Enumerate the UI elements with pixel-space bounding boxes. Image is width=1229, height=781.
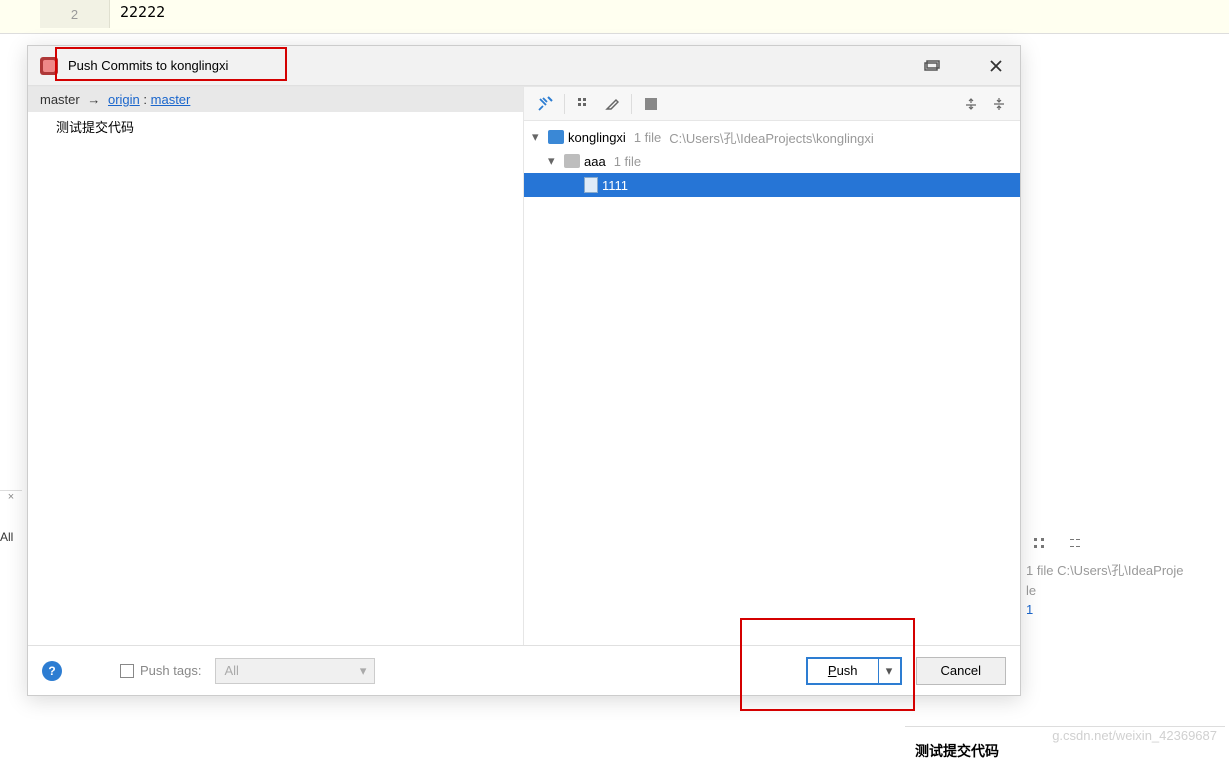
expand-all-icon[interactable]	[1026, 530, 1052, 556]
right-toolbar	[524, 87, 1020, 121]
expand-icon[interactable]	[958, 91, 984, 117]
bg-right-line1: 1 file C:\Users\孔\IdeaProje	[1026, 560, 1229, 579]
tree-folder[interactable]: ▾ aaa 1 file	[524, 149, 1020, 173]
file-tree[interactable]: ▾ konglingxi 1 file C:\Users\孔\IdeaProje…	[524, 121, 1020, 645]
close-icon[interactable]	[984, 54, 1008, 78]
project-folder-icon	[548, 130, 564, 144]
chevron-down-icon[interactable]: ▾	[532, 129, 544, 145]
remote-branch-link[interactable]: master	[151, 92, 191, 107]
remote-name-link[interactable]: origin	[108, 92, 140, 107]
preview-diff-icon[interactable]	[638, 91, 664, 117]
commits-pane: master → origin : master 测试提交代码	[28, 87, 524, 645]
checkbox-icon[interactable]	[120, 664, 134, 678]
chevron-down-icon[interactable]: ▾	[548, 153, 560, 169]
bg-right-line2: le	[1026, 583, 1229, 598]
push-button[interactable]: Push ▾	[806, 657, 902, 685]
bg-right-line3[interactable]: 1	[1026, 602, 1229, 617]
dialog-titlebar: Push Commits to konglingxi	[28, 46, 1020, 86]
chevron-down-icon: ▾	[360, 663, 367, 679]
bg-right-toolbar	[1026, 528, 1225, 558]
toolbar-separator	[564, 94, 565, 114]
edit-icon[interactable]	[599, 91, 625, 117]
restore-icon[interactable]	[920, 54, 944, 78]
pin-icon[interactable]	[532, 91, 558, 117]
arrow-icon: →	[87, 92, 100, 107]
file-name: 1111	[602, 178, 628, 193]
folder-icon	[564, 154, 580, 168]
collapse-all-icon[interactable]	[1062, 530, 1088, 556]
watermark-text: g.csdn.net/weixin_42369687	[1052, 728, 1217, 743]
push-button-label[interactable]: Push	[808, 659, 878, 683]
toolbar-separator	[631, 94, 632, 114]
folder-file-count: 1 file	[614, 154, 641, 169]
help-icon[interactable]: ?	[42, 661, 62, 681]
local-branch: master	[40, 92, 80, 107]
root-file-count: 1 file	[634, 130, 661, 145]
root-name: konglingxi	[568, 130, 626, 145]
group-by-icon[interactable]	[571, 91, 597, 117]
push-tags-checkbox[interactable]: Push tags:	[120, 663, 201, 678]
colon: :	[143, 92, 150, 107]
collapse-icon[interactable]	[986, 91, 1012, 117]
bg-left-all-label: All	[0, 530, 13, 544]
bg-commit-label: 测试提交代码	[915, 741, 1215, 761]
dialog-body: master → origin : master 测试提交代码	[28, 86, 1020, 645]
bg-right-panel: 1 file C:\Users\孔\IdeaProje le 1	[1026, 560, 1229, 621]
cancel-button[interactable]: Cancel	[916, 657, 1006, 685]
background-editor: 2 22222	[0, 0, 1229, 33]
tree-root[interactable]: ▾ konglingxi 1 file C:\Users\孔\IdeaProje…	[524, 125, 1020, 149]
branch-row[interactable]: master → origin : master	[28, 87, 523, 112]
dialog-title: Push Commits to konglingxi	[68, 58, 228, 73]
folder-name: aaa	[584, 154, 606, 169]
push-button-dropdown[interactable]: ▾	[878, 659, 900, 683]
app-icon	[40, 57, 58, 75]
divider	[0, 33, 1229, 34]
tree-file-selected[interactable]: 1111	[524, 173, 1020, 197]
tags-scope-select: All ▾	[215, 658, 375, 684]
changes-pane: ▾ konglingxi 1 file C:\Users\孔\IdeaProje…	[524, 87, 1020, 645]
line-number-gutter: 2	[40, 0, 110, 28]
dialog-footer: ? Push tags: All ▾ Push ▾ Cancel	[28, 645, 1020, 695]
file-icon	[584, 177, 598, 193]
push-tags-label: Push tags:	[140, 663, 201, 678]
push-dialog: Push Commits to konglingxi master → orig…	[27, 45, 1021, 696]
root-path: C:\Users\孔\IdeaProjects\konglingxi	[669, 128, 873, 147]
tags-scope-value: All	[224, 663, 238, 678]
editor-code[interactable]: 22222	[120, 3, 165, 21]
commit-message[interactable]: 测试提交代码	[28, 112, 523, 141]
